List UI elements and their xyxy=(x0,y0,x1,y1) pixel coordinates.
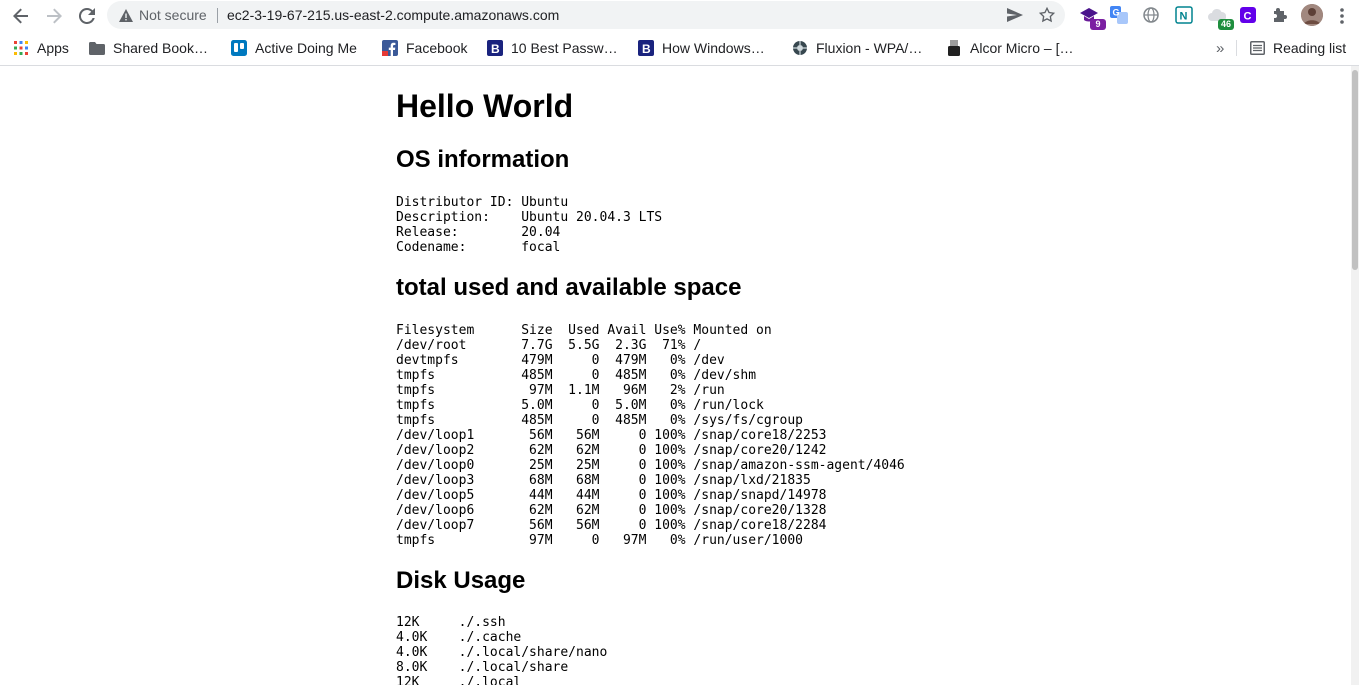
svg-text:B: B xyxy=(491,42,500,56)
os-information-output: Distributor ID: Ubuntu Description: Ubun… xyxy=(396,195,663,255)
star-icon xyxy=(1039,7,1055,23)
c-logo-icon: C xyxy=(1240,7,1256,23)
df-output: Filesystem Size Used Avail Use% Mounted … xyxy=(396,323,905,548)
apps-grid-icon xyxy=(13,40,29,56)
bookmark-label: Fluxion - WPA/… xyxy=(816,40,923,56)
profile-avatar[interactable] xyxy=(1301,4,1323,26)
globe-icon xyxy=(1143,7,1159,23)
avatar-icon xyxy=(1301,4,1323,26)
extension-button-6[interactable]: C xyxy=(1237,4,1259,26)
send-to-devices-button[interactable] xyxy=(1003,3,1027,27)
browser-toolbar: Not secure ec2-3-19-67-215.us-east-2.com… xyxy=(0,0,1359,32)
warning-triangle-icon xyxy=(119,8,133,22)
b-logo-icon: B xyxy=(638,40,654,56)
svg-text:N: N xyxy=(1180,11,1188,23)
forward-arrow-icon xyxy=(47,8,62,24)
scrollbar-thumb[interactable] xyxy=(1352,70,1358,270)
bookmarks-overflow-button[interactable]: » xyxy=(1216,32,1224,64)
extension-button-3[interactable] xyxy=(1140,4,1162,26)
extension-badge-46: 46 xyxy=(1218,19,1234,30)
url-text[interactable]: ec2-3-19-67-215.us-east-2.compute.amazon… xyxy=(227,1,559,29)
bookmark-10-best-passwords[interactable]: B 10 Best Passw… xyxy=(487,32,618,64)
puzzle-icon xyxy=(1274,8,1287,22)
disk-space-heading: total used and available space xyxy=(396,274,742,301)
bookmark-label: Alcor Micro – [… xyxy=(970,40,1074,56)
n-logo-icon: N xyxy=(1175,6,1193,24)
spider-icon xyxy=(792,40,808,56)
bookmark-alcor-micro[interactable]: Alcor Micro – [… xyxy=(946,32,1073,64)
du-output: 12K ./.ssh 4.0K ./.cache 4.0K ./.local/s… xyxy=(396,615,608,685)
extension-button-5[interactable]: 46 xyxy=(1206,4,1234,30)
trello-icon xyxy=(231,40,247,56)
extension-button-1[interactable]: 9 xyxy=(1078,4,1106,30)
svg-text:G: G xyxy=(1113,8,1120,18)
bookmark-how-windows[interactable]: B How Windows… xyxy=(638,32,765,64)
browser-menu-button[interactable] xyxy=(1329,3,1355,29)
svg-text:C: C xyxy=(1244,11,1252,23)
bookmark-label: Shared Book… xyxy=(113,40,208,56)
reading-list-icon xyxy=(1249,40,1265,56)
reload-button[interactable] xyxy=(74,3,100,29)
extensions-menu-button[interactable] xyxy=(1269,4,1291,26)
facebook-icon xyxy=(382,40,398,56)
os-information-heading: OS information xyxy=(396,146,570,173)
bookmark-facebook[interactable]: Facebook xyxy=(382,32,467,64)
bookmark-label: 10 Best Passw… xyxy=(511,40,618,56)
usb-icon xyxy=(946,40,962,56)
extension-badge-9: 9 xyxy=(1090,19,1106,30)
bookmark-shared-bookmarks[interactable]: Shared Book… xyxy=(89,32,208,64)
extension-button-4[interactable]: N xyxy=(1173,4,1195,26)
vertical-scrollbar[interactable] xyxy=(1351,66,1359,685)
bookmark-active-doing-me[interactable]: Active Doing Me xyxy=(231,32,357,64)
bookmarks-bar: Apps Shared Book… Active Doing Me Facebo… xyxy=(0,32,1359,66)
bookmark-label: Active Doing Me xyxy=(255,40,357,56)
reading-list-label: Reading list xyxy=(1273,40,1347,56)
page-viewport: Hello World OS information Distributor I… xyxy=(0,66,1359,685)
bookmark-label: How Windows… xyxy=(662,40,765,56)
reload-icon xyxy=(79,8,95,24)
translate-icon: G xyxy=(1110,6,1128,24)
folder-icon xyxy=(89,40,105,56)
bookmark-fluxion[interactable]: Fluxion - WPA/… xyxy=(792,32,922,64)
bookmark-label: Facebook xyxy=(406,40,468,56)
send-icon xyxy=(1007,8,1023,22)
back-button[interactable] xyxy=(8,3,34,29)
bookmark-label: Apps xyxy=(37,40,69,56)
back-arrow-icon xyxy=(13,8,28,24)
svg-text:B: B xyxy=(642,42,651,56)
kebab-menu-icon xyxy=(1340,8,1344,24)
bookmark-apps[interactable]: Apps xyxy=(13,32,69,64)
bookmarks-divider xyxy=(1236,40,1237,56)
omnibox-divider xyxy=(217,8,218,23)
page-title: Hello World xyxy=(396,88,574,124)
security-indicator[interactable]: Not secure xyxy=(119,1,207,29)
security-label: Not secure xyxy=(139,7,207,23)
extension-button-2[interactable]: G xyxy=(1108,4,1130,26)
bookmark-star-button[interactable] xyxy=(1035,3,1059,27)
b-logo-icon: B xyxy=(487,40,503,56)
address-bar[interactable]: Not secure ec2-3-19-67-215.us-east-2.com… xyxy=(107,1,1065,29)
reading-list-button[interactable]: Reading list xyxy=(1249,32,1346,64)
disk-usage-heading: Disk Usage xyxy=(396,567,526,594)
forward-button[interactable] xyxy=(41,3,67,29)
overflow-chevron-icon: » xyxy=(1216,39,1225,57)
